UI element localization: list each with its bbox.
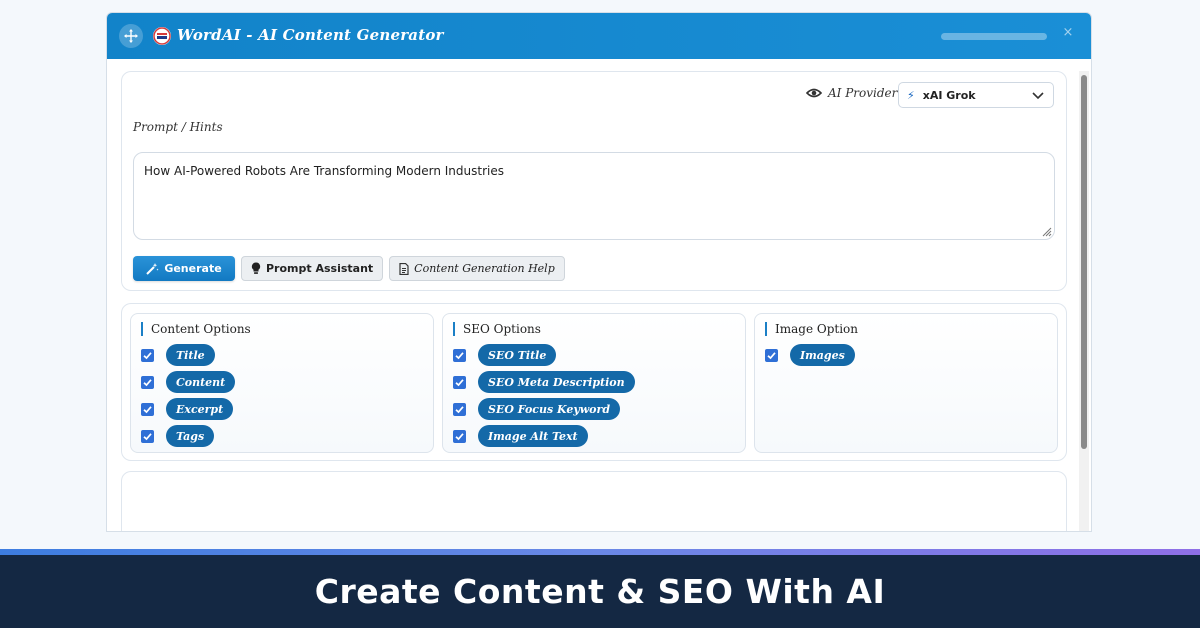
check-icon (143, 405, 152, 413)
generate-button[interactable]: Generate (133, 256, 235, 281)
check-icon (143, 351, 152, 359)
image-option-panel: Image Option Images (754, 313, 1058, 453)
checkbox-title[interactable] (141, 348, 154, 362)
prompt-textarea[interactable]: How AI-Powered Robots Are Transforming M… (133, 152, 1055, 240)
scrollbar-thumb[interactable] (1081, 75, 1087, 449)
option-images[interactable]: Images (765, 344, 855, 366)
option-pill[interactable]: Excerpt (166, 398, 234, 420)
option-pill[interactable]: SEO Title (478, 344, 557, 366)
option-tags[interactable]: Tags (141, 425, 215, 447)
check-icon (455, 405, 464, 413)
option-pill[interactable]: Tags (166, 425, 215, 447)
lightning-icon: ⚡ (907, 88, 915, 102)
option-pill[interactable]: Images (790, 344, 855, 366)
prompt-assistant-label: Prompt Assistant (266, 262, 374, 275)
ai-provider-label-group: AI Provider (806, 86, 897, 100)
document-icon (399, 262, 409, 275)
option-pill[interactable]: Content (166, 371, 236, 393)
lightbulb-icon (251, 262, 261, 274)
checkbox-tags[interactable] (141, 429, 154, 443)
title-bar[interactable]: WordAI - AI Content Generator × (107, 13, 1091, 59)
ai-provider-value: xAI Grok (922, 88, 976, 102)
content-generation-help-button[interactable]: Content Generation Help (389, 256, 565, 281)
option-pill[interactable]: SEO Meta Description (478, 371, 635, 393)
checkbox-content[interactable] (141, 375, 154, 389)
option-pill[interactable]: Title (166, 344, 215, 366)
check-icon (455, 432, 464, 440)
option-title[interactable]: Title (141, 344, 215, 366)
ai-provider-select[interactable]: ⚡ xAI Grok (898, 82, 1054, 108)
stage: WordAI - AI Content Generator × AI Provi… (0, 0, 1200, 628)
checkbox-seo-focus-keyword[interactable] (453, 402, 466, 416)
prompt-label: Prompt / Hints (133, 120, 223, 134)
seo-options-panel: SEO Options SEO Title SEO Meta Descripti… (442, 313, 746, 453)
option-content[interactable]: Content (141, 371, 236, 393)
checkbox-images[interactable] (765, 348, 778, 362)
prompt-assistant-button[interactable]: Prompt Assistant (241, 256, 384, 281)
option-image-alt-text[interactable]: Image Alt Text (453, 425, 588, 447)
options-card: Content Options Title Content Excerpt Ta… (121, 303, 1067, 461)
check-icon (143, 432, 152, 440)
banner-text: Create Content & SEO With AI (314, 572, 886, 611)
content-options-heading: Content Options (141, 322, 251, 336)
option-seo-focus-keyword[interactable]: SEO Focus Keyword (453, 398, 621, 420)
output-card (121, 471, 1067, 531)
resize-handle-icon[interactable] (1040, 225, 1052, 237)
title-bar-placeholder (941, 33, 1047, 40)
promo-banner: Create Content & SEO With AI (0, 555, 1200, 628)
action-buttons: Generate Prompt Assistant Content Genera… (133, 256, 565, 281)
generate-label: Generate (164, 262, 222, 275)
option-seo-title[interactable]: SEO Title (453, 344, 557, 366)
checkbox-excerpt[interactable] (141, 402, 154, 416)
eye-settings-icon (806, 88, 822, 98)
move-icon[interactable] (119, 24, 143, 48)
content-options-panel: Content Options Title Content Excerpt Ta… (130, 313, 434, 453)
check-icon (455, 378, 464, 386)
seo-options-heading: SEO Options (453, 322, 541, 336)
check-icon (455, 351, 464, 359)
prompt-card: AI Provider ⚡ xAI Grok Prompt / Hints Ho… (121, 71, 1067, 291)
option-pill[interactable]: Image Alt Text (478, 425, 588, 447)
checkbox-seo-meta-description[interactable] (453, 375, 466, 389)
option-pill[interactable]: SEO Focus Keyword (478, 398, 621, 420)
ai-provider-label: AI Provider (828, 86, 898, 100)
option-excerpt[interactable]: Excerpt (141, 398, 234, 420)
option-seo-meta-description[interactable]: SEO Meta Description (453, 371, 635, 393)
image-option-heading: Image Option (765, 322, 858, 336)
help-label: Content Generation Help (414, 262, 555, 275)
magic-wand-icon (146, 263, 159, 275)
close-icon[interactable]: × (1061, 26, 1075, 40)
check-icon (143, 378, 152, 386)
checkbox-seo-title[interactable] (453, 348, 466, 362)
chevron-down-icon (1032, 92, 1044, 100)
wordai-logo-icon (153, 27, 171, 45)
window-title: WordAI - AI Content Generator (177, 26, 444, 44)
checkbox-image-alt-text[interactable] (453, 429, 466, 443)
wordai-window: WordAI - AI Content Generator × AI Provi… (106, 12, 1092, 532)
check-icon (767, 351, 776, 359)
prompt-text: How AI-Powered Robots Are Transforming M… (144, 164, 504, 178)
